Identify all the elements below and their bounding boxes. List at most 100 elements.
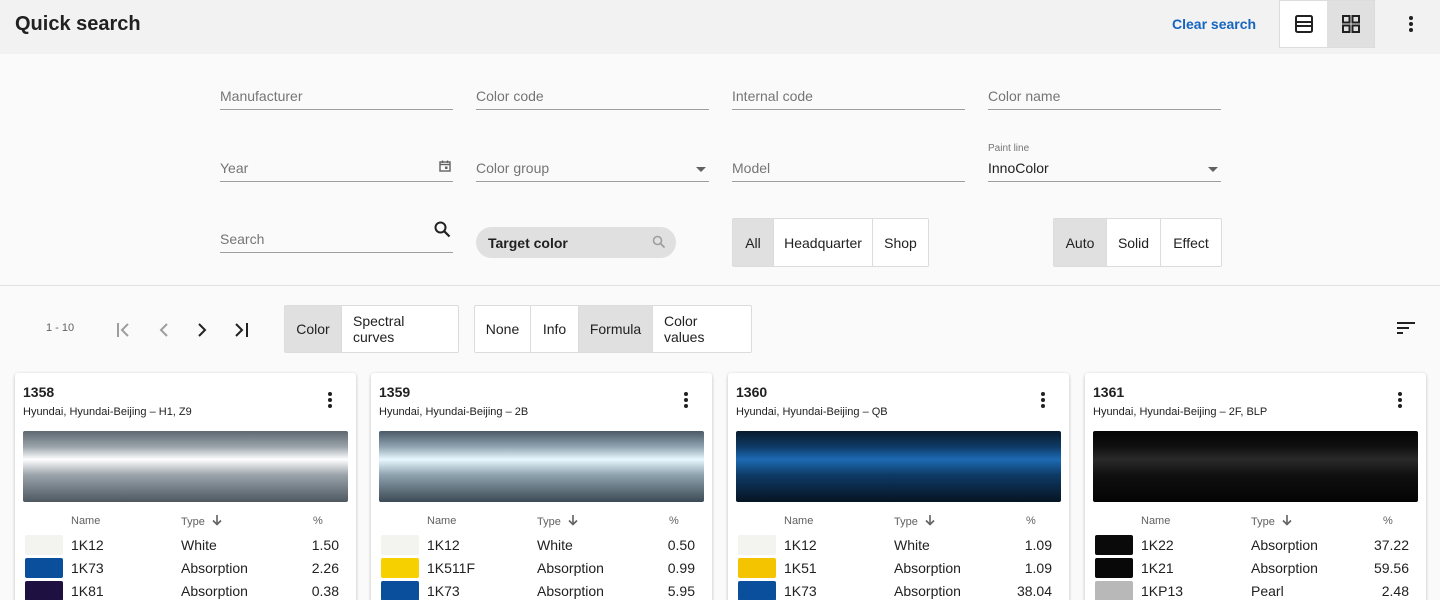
finish-solid-button[interactable]: Solid <box>1107 219 1161 266</box>
card-id: 1358 <box>23 384 55 400</box>
scope-segmented-control: All Headquarter Shop <box>732 218 929 267</box>
previous-page-button[interactable] <box>152 318 176 342</box>
finish-auto-button[interactable]: Auto <box>1054 219 1107 266</box>
column-header-name: Name <box>71 515 101 527</box>
view-color-button[interactable]: Color <box>285 306 342 352</box>
clear-search-link[interactable]: Clear search <box>1172 16 1256 32</box>
dropdown-arrow-icon <box>696 167 706 172</box>
detail-info-button[interactable]: Info <box>531 306 579 352</box>
column-header-type[interactable]: Type <box>894 515 935 528</box>
more-options-button[interactable] <box>1399 12 1423 36</box>
arrow-down-icon <box>1282 515 1292 526</box>
detail-formula-button[interactable]: Formula <box>579 306 653 352</box>
color-name-field[interactable]: Color name <box>988 70 1221 110</box>
component-percent: 0.38 <box>311 583 339 599</box>
column-header-percent: % <box>1026 515 1036 527</box>
first-page-icon <box>117 323 129 337</box>
color-card[interactable]: 1358 Hyundai, Hyundai-Beijing – H1, Z9 N… <box>15 373 356 600</box>
component-color-chip <box>1095 535 1133 555</box>
detail-color-values-button[interactable]: Color values <box>653 306 751 352</box>
color-code-placeholder: Color code <box>476 88 544 104</box>
more-vert-icon <box>1409 16 1413 32</box>
detail-none-button[interactable]: None <box>475 306 531 352</box>
arrow-down-icon <box>925 515 935 526</box>
internal-code-field[interactable]: Internal code <box>732 70 965 110</box>
color-name-placeholder: Color name <box>988 88 1061 104</box>
card-more-button[interactable] <box>320 390 340 410</box>
component-type: Absorption <box>894 583 961 599</box>
detail-segmented-control: None Info Formula Color values <box>474 305 752 353</box>
card-more-button[interactable] <box>1033 390 1053 410</box>
card-more-button[interactable] <box>676 390 696 410</box>
last-page-button[interactable] <box>229 318 253 342</box>
column-header-type[interactable]: Type <box>1251 515 1292 528</box>
card-description: Hyundai, Hyundai-Beijing – H1, Z9 <box>23 406 192 418</box>
paint-line-value: InnoColor <box>988 160 1049 176</box>
dropdown-arrow-icon <box>1208 167 1218 172</box>
result-range: 1 - 10 <box>46 322 75 334</box>
search-icon[interactable] <box>434 221 451 243</box>
grid-view-icon <box>1341 15 1360 33</box>
column-header-type[interactable]: Type <box>181 515 222 528</box>
scope-all-button[interactable]: All <box>733 219 774 266</box>
component-color-chip <box>1095 558 1133 578</box>
formula-row: 1K21 Absorption 59.56 <box>1085 557 1426 580</box>
component-name: 1K73 <box>784 583 817 599</box>
component-percent: 0.99 <box>667 560 695 576</box>
color-card[interactable]: 1360 Hyundai, Hyundai-Beijing – QB Name … <box>728 373 1069 600</box>
column-header-type[interactable]: Type <box>537 515 578 528</box>
year-placeholder: Year <box>220 160 249 176</box>
color-code-field[interactable]: Color code <box>476 70 709 110</box>
view-spectral-curves-button[interactable]: Spectral curves <box>342 306 458 352</box>
column-header-name: Name <box>1141 515 1171 527</box>
card-description: Hyundai, Hyundai-Beijing – 2B <box>379 406 529 418</box>
color-swatch <box>736 431 1061 502</box>
component-color-chip <box>381 535 419 555</box>
component-type: White <box>894 537 930 553</box>
card-id: 1359 <box>379 384 411 400</box>
formula-row: 1K22 Absorption 37.22 <box>1085 534 1426 557</box>
header-bar: Quick search Clear search <box>0 0 1440 54</box>
color-swatch <box>379 431 704 502</box>
search-field[interactable]: Search <box>220 213 453 253</box>
arrow-down-icon <box>568 515 578 526</box>
component-color-chip <box>738 581 776 600</box>
component-percent: 5.95 <box>667 583 695 599</box>
paint-line-select[interactable]: Paint line InnoColor <box>988 142 1221 182</box>
search-icon <box>652 235 666 254</box>
component-type: Pearl <box>1251 583 1284 599</box>
internal-code-placeholder: Internal code <box>732 88 813 104</box>
first-page-button[interactable] <box>113 318 137 342</box>
model-placeholder: Model <box>732 160 771 176</box>
manufacturer-field[interactable]: Manufacturer <box>220 70 453 110</box>
component-color-chip <box>381 558 419 578</box>
component-percent: 2.48 <box>1381 583 1409 599</box>
sort-button[interactable] <box>1396 320 1416 341</box>
column-header-type-label: Type <box>537 516 561 528</box>
color-group-select[interactable]: Color group <box>476 142 709 182</box>
target-color-chip[interactable]: Target color <box>476 227 676 258</box>
paint-line-label: Paint line <box>988 143 1030 154</box>
scope-headquarter-button[interactable]: Headquarter <box>774 219 873 266</box>
list-view-icon <box>1294 15 1313 33</box>
list-view-button[interactable] <box>1280 1 1327 47</box>
last-page-icon <box>235 323 248 337</box>
formula-row: 1K12 White 1.09 <box>728 534 1069 557</box>
color-group-placeholder: Color group <box>476 160 550 176</box>
card-more-button[interactable] <box>1390 390 1410 410</box>
color-card[interactable]: 1359 Hyundai, Hyundai-Beijing – 2B Name … <box>371 373 712 600</box>
color-card[interactable]: 1361 Hyundai, Hyundai-Beijing – 2F, BLP … <box>1085 373 1426 600</box>
component-name: 1K12 <box>784 537 817 553</box>
component-name: 1K12 <box>427 537 460 553</box>
page-title: Quick search <box>15 13 141 35</box>
component-type: Absorption <box>1251 560 1318 576</box>
scope-shop-button[interactable]: Shop <box>873 219 928 266</box>
model-field[interactable]: Model <box>732 142 965 182</box>
calendar-icon[interactable] <box>439 159 451 177</box>
component-type: Absorption <box>181 583 248 599</box>
finish-effect-button[interactable]: Effect <box>1161 219 1221 266</box>
grid-view-button[interactable] <box>1327 1 1374 47</box>
formula-row: 1K73 Absorption 38.04 <box>728 580 1069 600</box>
next-page-button[interactable] <box>190 318 214 342</box>
year-field[interactable]: Year <box>220 142 453 182</box>
